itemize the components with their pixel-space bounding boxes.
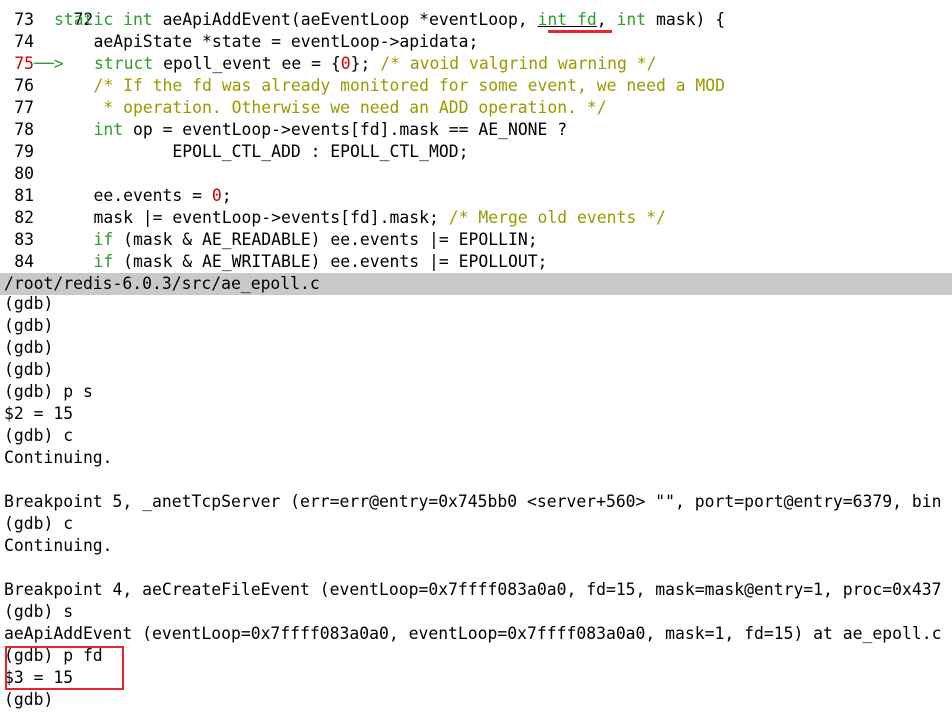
gdb-output-line: (gdb) (4, 338, 54, 357)
code-token: ; (221, 186, 232, 205)
gdb-output-line: aeApiAddEvent (eventLoop=0x7ffff083a0a0,… (4, 624, 942, 643)
code-token: aeApiState *state = eventLoop->apidata; (54, 32, 479, 51)
line-number: 78 (14, 120, 34, 139)
code-token: /* Merge old events */ (448, 208, 666, 227)
code-token: if (93, 230, 114, 249)
code-token: EPOLL_CTL_ADD : EPOLL_CTL_MOD; (54, 142, 469, 161)
source-line: 73 static int aeApiAddEvent(aeEventLoop *… (0, 9, 725, 31)
gdb-output-line: (gdb) c (4, 514, 74, 533)
partial-source-line: 72 (0, 0, 93, 29)
code-token: epoll_event ee = { (153, 54, 341, 73)
gdb-tui-terminal[interactable]: 72 73 static int aeApiAddEvent(aeEventLoo… (0, 0, 952, 716)
gdb-output-line: $2 = 15 (4, 404, 74, 423)
line-number: 79 (14, 142, 34, 161)
gdb-output-line: Continuing. (4, 448, 113, 467)
line-number: 84 (14, 252, 34, 271)
code-token: 0 (340, 54, 351, 73)
gdb-output-line: (gdb) (4, 360, 54, 379)
source-file-statusbar: /root/redis-6.0.3/src/ae_epoll.c (0, 273, 952, 295)
code-token: (mask & AE_READABLE) ee.events |= EPOLLI… (113, 230, 538, 249)
line-number: 80 (14, 164, 34, 183)
gdb-output-line: Breakpoint 5, _anetTcpServer (err=err@en… (4, 492, 942, 511)
code-token: (mask & AE_WRITABLE) ee.events |= EPOLLO… (113, 252, 548, 271)
code-token: 0 (211, 186, 222, 205)
current-line-arrow-icon: ──> (34, 54, 74, 73)
annotation-box (5, 646, 124, 690)
gdb-output-line: (gdb) (4, 316, 54, 335)
code-token: struct (94, 54, 154, 73)
code-token: /* avoid valgrind warning */ (380, 54, 657, 73)
code-token: int (93, 120, 124, 139)
line-number: 81 (14, 186, 34, 205)
code-token: ee.events = (54, 186, 212, 205)
source-line: 79 EPOLL_CTL_ADD : EPOLL_CTL_MOD; (0, 141, 468, 163)
code-token: mask) { (646, 10, 726, 29)
code-token: static int (54, 10, 163, 29)
source-line: 75──> struct epoll_event ee = {0}; /* av… (0, 53, 657, 75)
gdb-output-line: (gdb) c (4, 426, 74, 445)
gdb-output-line: (gdb) p s (4, 382, 93, 401)
line-number: 73 (14, 10, 34, 29)
source-line: 82 mask |= eventLoop->events[fd].mask; /… (0, 207, 666, 229)
code-token: op = eventLoop->events[fd].mask == AE_NO… (123, 120, 568, 139)
gdb-output-line: (gdb) (4, 295, 54, 313)
source-code-pane[interactable]: 72 73 static int aeApiAddEvent(aeEventLoo… (0, 0, 952, 272)
gdb-output-line: Breakpoint 4, aeCreateFileEvent (eventLo… (4, 580, 942, 599)
source-line: 78 int op = eventLoop->events[fd].mask =… (0, 119, 567, 141)
line-number: 74 (14, 32, 34, 51)
code-token: /* If the fd was already monitored for s… (54, 76, 726, 95)
line-number: 77 (14, 98, 34, 117)
source-line: 83 if (mask & AE_READABLE) ee.events |= … (0, 229, 538, 251)
code-token: aeApiAddEvent(aeEventLoop *eventLoop, (162, 10, 538, 29)
gdb-output-line: Continuing. (4, 536, 113, 555)
source-line: 76 /* If the fd was already monitored fo… (0, 75, 725, 97)
gdb-command-pane[interactable]: (gdb) (gdb) (gdb) (gdb) (gdb) p s $2 = 15 (gdb… (0, 295, 952, 716)
line-number: 83 (14, 230, 34, 249)
line-number: 75 (14, 54, 34, 73)
line-number: 76 (14, 76, 34, 95)
gdb-output-line: (gdb) (4, 690, 54, 709)
code-token: * operation. Otherwise we need an ADD op… (54, 98, 607, 117)
code-token: int fd (537, 10, 597, 29)
gdb-output-line: (gdb) s (4, 602, 74, 621)
source-line: 74 aeApiState *state = eventLoop->apidat… (0, 31, 478, 53)
source-line: 84 if (mask & AE_WRITABLE) ee.events |= … (0, 251, 547, 272)
annotation-underline (548, 30, 612, 33)
source-line: 81 ee.events = 0; (0, 185, 232, 207)
source-line: 77 * operation. Otherwise we need an ADD… (0, 97, 607, 119)
code-token: if (93, 252, 114, 271)
code-token: , (596, 10, 617, 29)
code-token: int (616, 10, 647, 29)
source-line: 80 (0, 163, 54, 185)
line-number: 82 (14, 208, 34, 227)
code-token: }; (350, 54, 381, 73)
code-token: mask |= eventLoop->events[fd].mask; (54, 208, 449, 227)
